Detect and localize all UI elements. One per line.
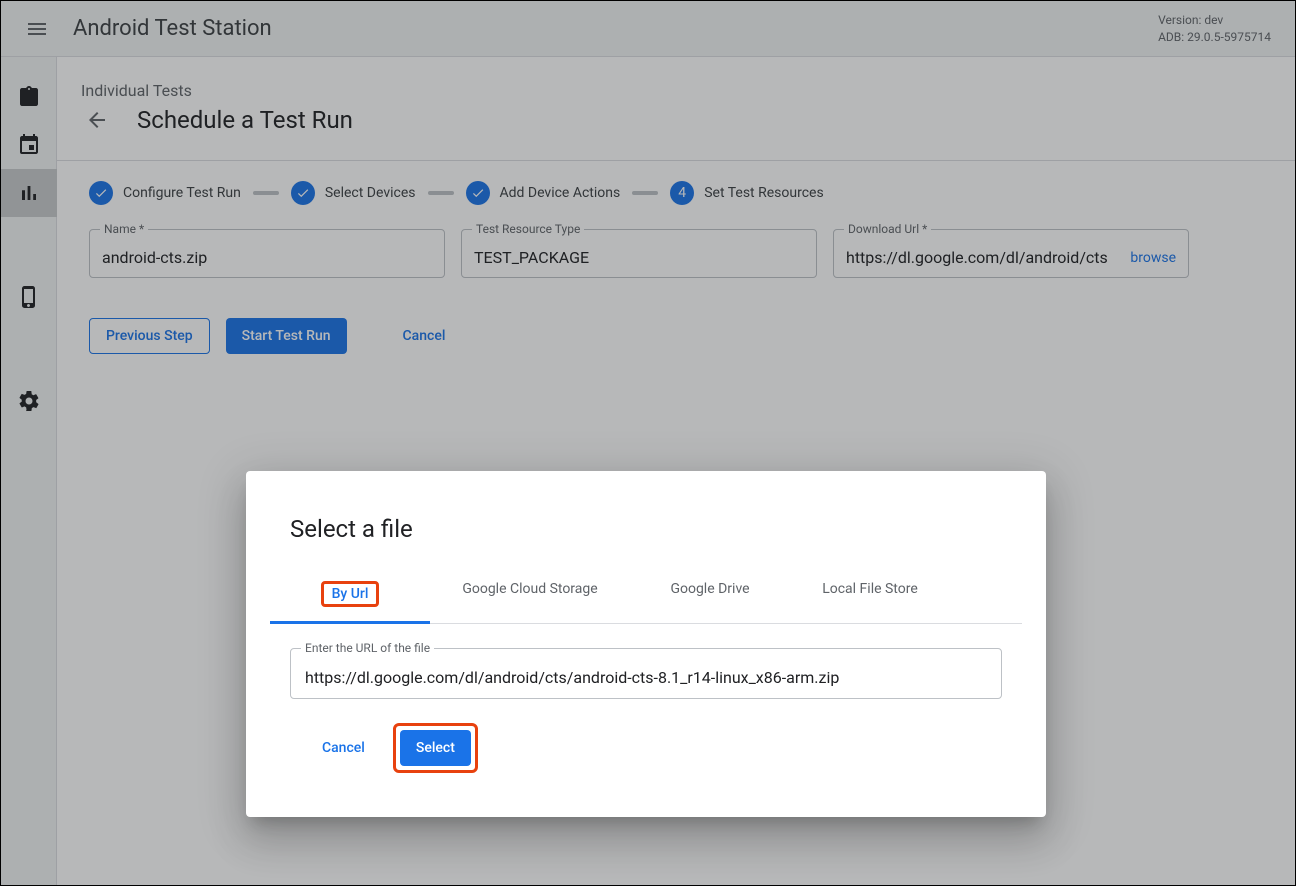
tab-gdrive[interactable]: Google Drive [630, 567, 790, 623]
dialog-tabs: By Url Google Cloud Storage Google Drive… [270, 567, 1022, 624]
field-label: Enter the URL of the file [301, 641, 434, 655]
modal-scrim[interactable]: Select a file By Url Google Cloud Storag… [1, 1, 1295, 885]
url-input[interactable] [303, 667, 989, 688]
dialog-title: Select a file [290, 515, 1002, 543]
url-input-field[interactable]: Enter the URL of the file [290, 648, 1002, 699]
tab-by-url[interactable]: By Url [270, 567, 430, 624]
dialog-select-button[interactable]: Select [400, 730, 471, 766]
select-highlight: Select [393, 723, 478, 773]
tab-local[interactable]: Local File Store [790, 567, 950, 623]
select-file-dialog: Select a file By Url Google Cloud Storag… [246, 471, 1046, 817]
tab-gcs[interactable]: Google Cloud Storage [430, 567, 630, 623]
tab-label: By Url [321, 581, 380, 607]
dialog-cancel-button[interactable]: Cancel [306, 730, 381, 766]
